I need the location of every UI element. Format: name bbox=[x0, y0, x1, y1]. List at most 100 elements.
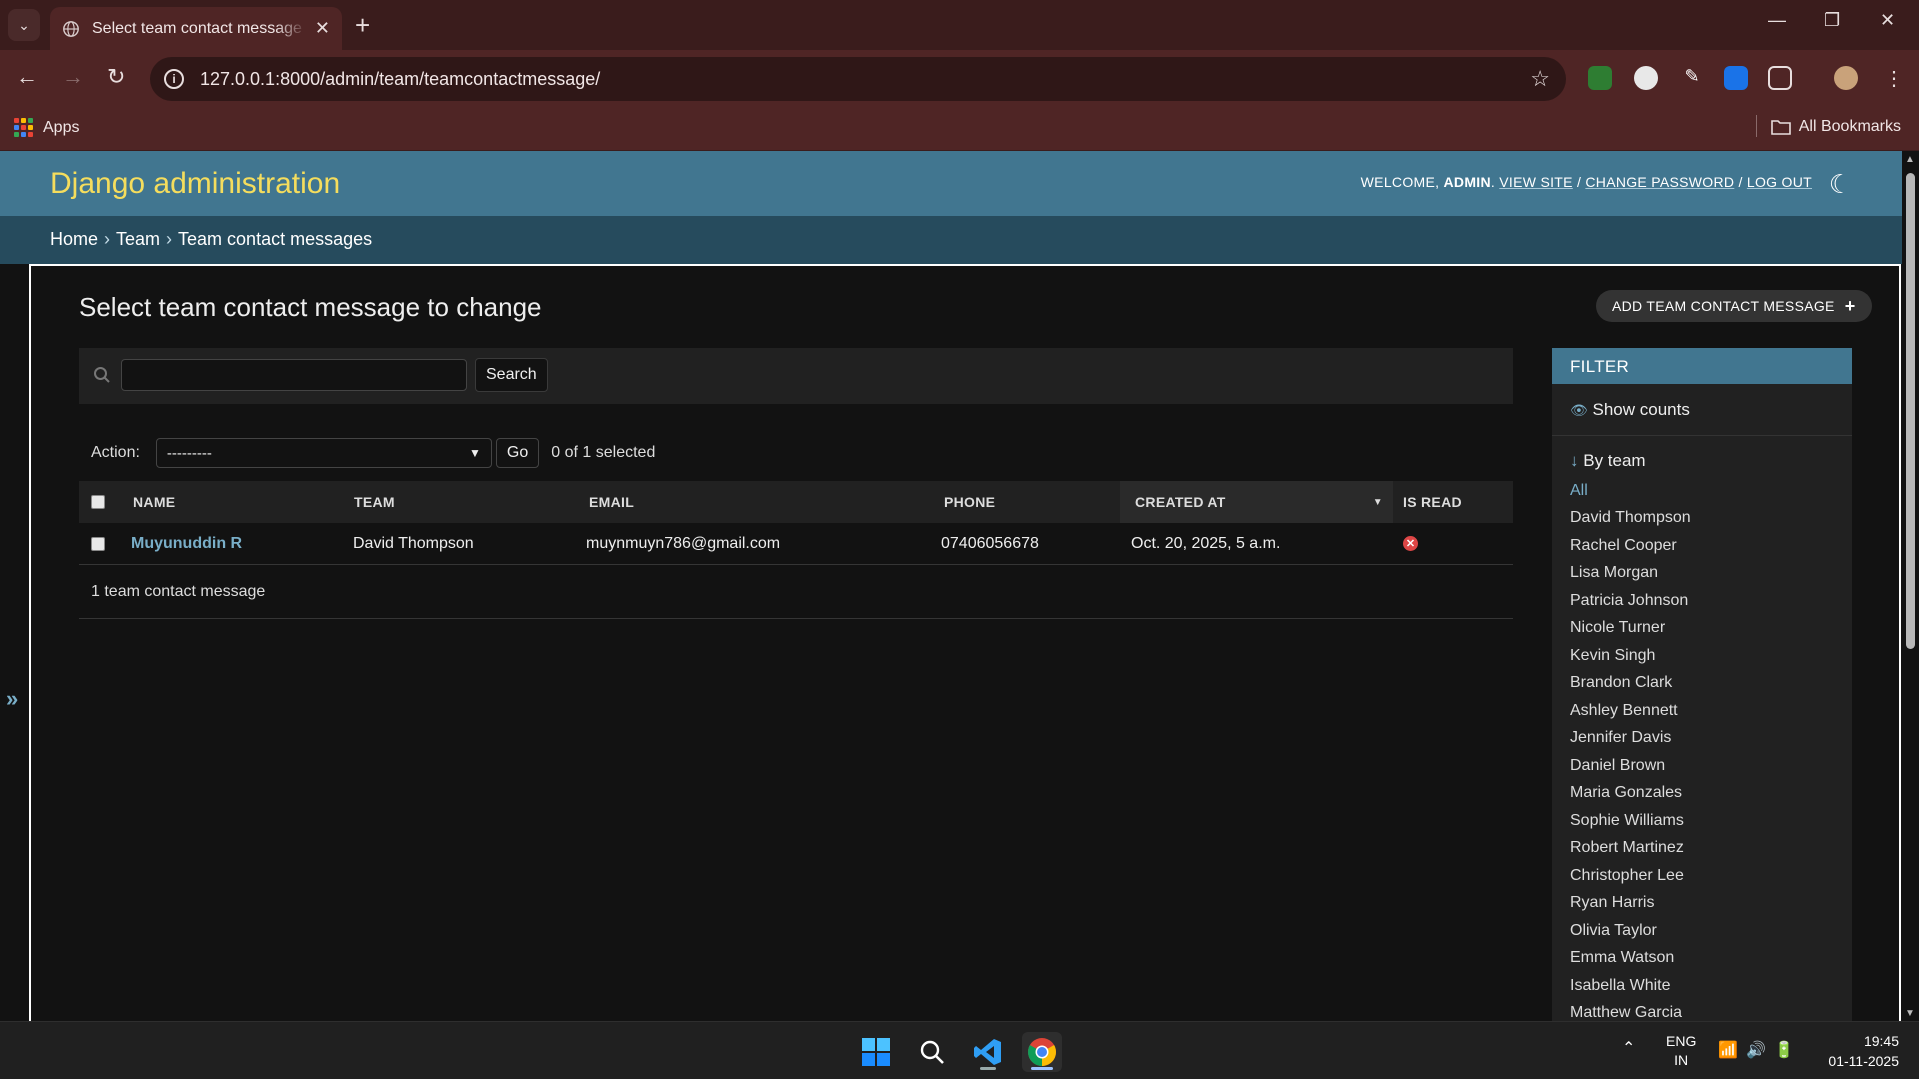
close-tab-icon[interactable]: ✕ bbox=[315, 18, 330, 39]
chrome-taskbar-icon[interactable] bbox=[1022, 1032, 1062, 1072]
search-input[interactable] bbox=[121, 359, 467, 391]
sidebar-toggle-icon[interactable]: » bbox=[6, 686, 18, 712]
site-branding[interactable]: Django administration bbox=[50, 167, 340, 201]
filter-option[interactable]: Lisa Morgan bbox=[1570, 560, 1834, 588]
filter-option[interactable]: Rachel Cooper bbox=[1570, 532, 1834, 560]
search-button[interactable]: Search bbox=[475, 358, 548, 392]
filter-option[interactable]: Emma Watson bbox=[1570, 945, 1834, 973]
show-counts-label: Show counts bbox=[1592, 400, 1690, 419]
download-icon[interactable] bbox=[1724, 66, 1748, 90]
tab-search-button[interactable]: ⌄ bbox=[8, 9, 40, 41]
extensions-puzzle-icon[interactable] bbox=[1768, 66, 1792, 90]
vscode-taskbar-icon[interactable] bbox=[968, 1032, 1008, 1072]
select-all-checkbox[interactable] bbox=[91, 495, 105, 509]
reload-icon[interactable]: ↻ bbox=[107, 64, 125, 90]
windows-start-icon[interactable] bbox=[856, 1032, 896, 1072]
extension-icon[interactable] bbox=[1634, 66, 1658, 90]
filter-option[interactable]: Isabella White bbox=[1570, 972, 1834, 1000]
filter-option[interactable]: David Thompson bbox=[1570, 505, 1834, 533]
view-site-link[interactable]: VIEW SITE bbox=[1499, 174, 1573, 190]
show-hidden-icons-chevron-icon[interactable]: ⌃ bbox=[1622, 1038, 1635, 1058]
address-bar[interactable]: i 127.0.0.1:8000/admin/team/teamcontactm… bbox=[150, 57, 1566, 101]
volume-icon[interactable]: 🔊 bbox=[1746, 1040, 1766, 1060]
battery-icon[interactable]: 🔋 bbox=[1774, 1040, 1794, 1060]
page-scrollbar[interactable]: ▲ ▼ bbox=[1902, 151, 1919, 1021]
close-window-icon[interactable]: ✕ bbox=[1880, 10, 1895, 31]
row-team: David Thompson bbox=[353, 534, 474, 552]
filter-option[interactable]: Kevin Singh bbox=[1570, 642, 1834, 670]
scroll-down-icon[interactable]: ▼ bbox=[1905, 1008, 1915, 1019]
browser-toolbar: ← → ↻ i 127.0.0.1:8000/admin/team/teamco… bbox=[0, 50, 1919, 109]
breadcrumb-home[interactable]: Home bbox=[50, 229, 98, 249]
language-indicator[interactable]: ENG IN bbox=[1666, 1032, 1696, 1070]
filter-option[interactable]: Jennifer Davis bbox=[1570, 725, 1834, 753]
actions-bar: Action: --------- ▼ Go 0 of 1 selected bbox=[91, 438, 655, 468]
changelist-search: Search bbox=[79, 348, 1513, 404]
more-menu-icon[interactable]: ⋮ bbox=[1882, 66, 1906, 90]
chevron-down-icon: ▼ bbox=[469, 446, 481, 460]
restore-icon[interactable]: ❐ bbox=[1824, 10, 1840, 31]
forward-icon[interactable]: → bbox=[62, 64, 84, 90]
row-checkbox[interactable] bbox=[91, 536, 105, 551]
site-info-icon[interactable]: i bbox=[164, 69, 184, 89]
changelist-filter: FILTER 👁 Show counts ↓ By team All David… bbox=[1552, 348, 1852, 1021]
region-label: IN bbox=[1674, 1052, 1689, 1068]
filter-option[interactable]: Nicole Turner bbox=[1570, 615, 1834, 643]
arrow-down-icon: ↓ bbox=[1570, 451, 1579, 470]
column-header-is-read[interactable]: IS READ bbox=[1403, 481, 1462, 523]
new-tab-button[interactable]: + bbox=[355, 10, 370, 40]
filter-option[interactable]: Robert Martinez bbox=[1570, 835, 1834, 863]
minimize-icon[interactable]: — bbox=[1768, 10, 1786, 31]
add-team-contact-message-button[interactable]: ADD TEAM CONTACT MESSAGE + bbox=[1596, 290, 1872, 322]
shield-extension-icon[interactable] bbox=[1588, 66, 1612, 90]
url-text[interactable]: 127.0.0.1:8000/admin/team/teamcontactmes… bbox=[200, 69, 1530, 90]
chrome-icon bbox=[1028, 1038, 1056, 1066]
browser-tab-bar: ⌄ Select team contact message to change … bbox=[0, 0, 1919, 50]
filter-option[interactable]: Sophie Williams bbox=[1570, 807, 1834, 835]
show-counts-link[interactable]: 👁 Show counts bbox=[1552, 384, 1852, 436]
column-header-name[interactable]: NAME bbox=[133, 481, 175, 523]
breadcrumb-team[interactable]: Team bbox=[116, 229, 160, 249]
bookmark-star-icon[interactable]: ☆ bbox=[1530, 66, 1550, 92]
filter-option[interactable]: Christopher Lee bbox=[1570, 862, 1834, 890]
theme-toggle-moon-icon[interactable]: ☾ bbox=[1829, 169, 1852, 200]
scroll-up-icon[interactable]: ▲ bbox=[1905, 154, 1915, 165]
back-icon[interactable]: ← bbox=[16, 64, 38, 90]
apps-label: Apps bbox=[43, 118, 80, 136]
scrollbar-thumb[interactable] bbox=[1906, 173, 1915, 649]
action-selected-value: --------- bbox=[166, 444, 212, 462]
row-created-at: Oct. 20, 2025, 5 a.m. bbox=[1131, 534, 1281, 552]
log-out-link[interactable]: LOG OUT bbox=[1747, 174, 1812, 190]
filter-option[interactable]: Ashley Bennett bbox=[1570, 697, 1834, 725]
apps-bookmark[interactable]: Apps bbox=[14, 118, 79, 137]
action-counter: 0 of 1 selected bbox=[551, 444, 656, 461]
filter-option[interactable]: Ryan Harris bbox=[1570, 890, 1834, 918]
wifi-icon[interactable]: 📶 bbox=[1718, 1040, 1738, 1060]
column-header-email[interactable]: EMAIL bbox=[589, 481, 634, 523]
filter-by-team-title[interactable]: ↓ By team bbox=[1552, 436, 1852, 477]
profile-avatar[interactable] bbox=[1834, 66, 1858, 90]
column-header-phone[interactable]: PHONE bbox=[944, 481, 995, 523]
action-select[interactable]: --------- ▼ bbox=[155, 438, 492, 468]
browser-tab-active[interactable]: Select team contact message to change | … bbox=[50, 7, 342, 50]
clock[interactable]: 19:45 01-11-2025 bbox=[1828, 1031, 1899, 1071]
filter-option[interactable]: Maria Gonzales bbox=[1570, 780, 1834, 808]
welcome-text: WELCOME, bbox=[1360, 174, 1440, 190]
filter-option[interactable]: Matthew Garcia bbox=[1570, 1000, 1834, 1021]
column-header-team[interactable]: TEAM bbox=[354, 481, 395, 523]
filter-option[interactable]: Daniel Brown bbox=[1570, 752, 1834, 780]
search-taskbar-icon[interactable] bbox=[912, 1032, 952, 1072]
go-button[interactable]: Go bbox=[495, 438, 540, 468]
breadcrumb-separator: › bbox=[166, 229, 173, 249]
eyedropper-icon[interactable]: ✎ bbox=[1680, 66, 1704, 90]
filter-option[interactable]: Patricia Johnson bbox=[1570, 587, 1834, 615]
sort-desc-icon[interactable]: ▼ bbox=[1373, 497, 1383, 508]
all-bookmarks-button[interactable]: All Bookmarks bbox=[1770, 118, 1901, 136]
filter-option[interactable]: Brandon Clark bbox=[1570, 670, 1834, 698]
column-header-created-at[interactable]: CREATED AT ▼ bbox=[1120, 481, 1393, 523]
time-label: 19:45 bbox=[1863, 1033, 1899, 1049]
filter-option[interactable]: Olivia Taylor bbox=[1570, 917, 1834, 945]
change-password-link[interactable]: CHANGE PASSWORD bbox=[1585, 174, 1734, 190]
filter-option-all[interactable]: All bbox=[1570, 477, 1834, 505]
row-name-link[interactable]: Muyunuddin R bbox=[131, 523, 242, 564]
